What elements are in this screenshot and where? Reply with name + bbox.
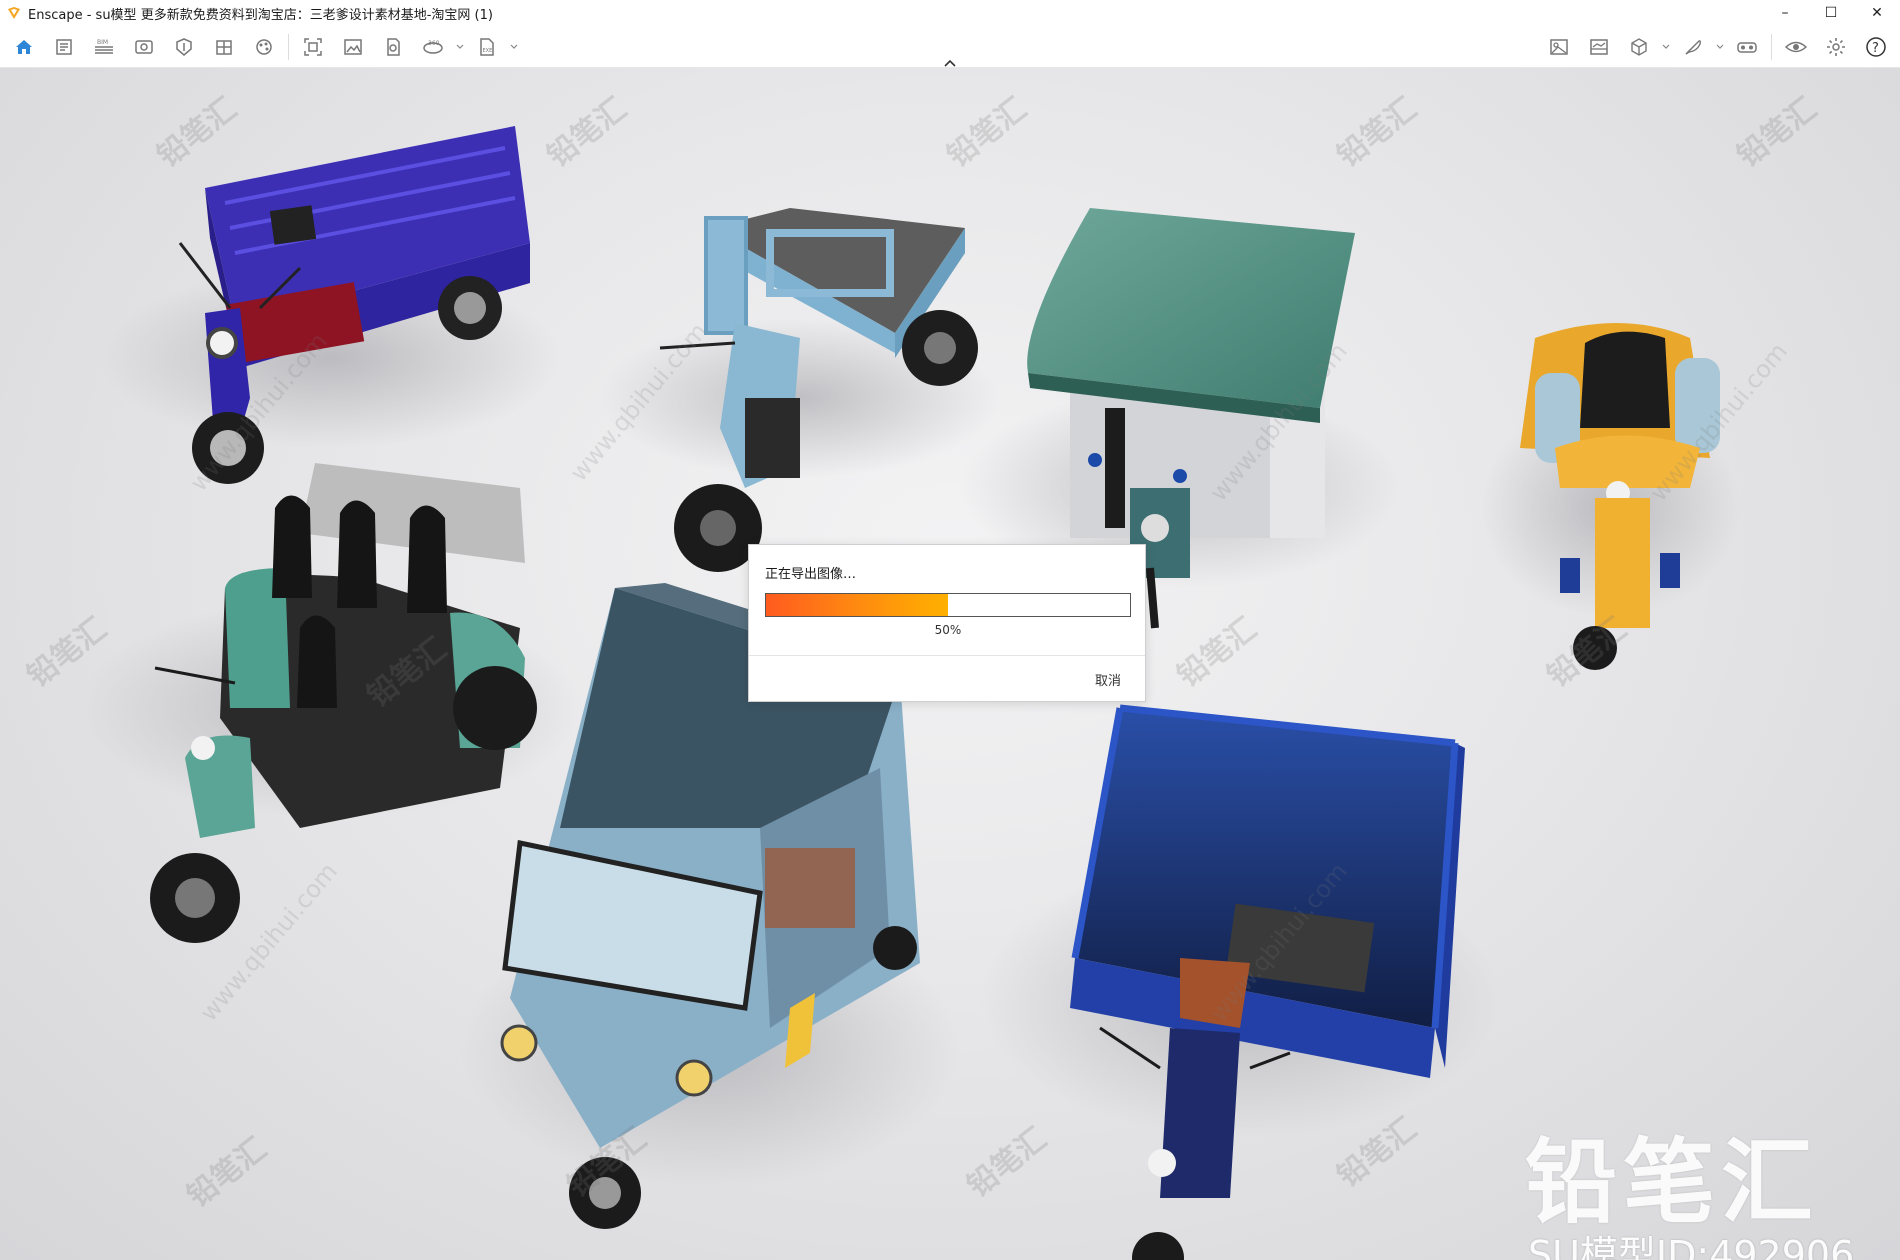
settings-panel-button[interactable]	[1539, 26, 1579, 68]
svg-text:EXE: EXE	[483, 48, 493, 54]
capture-icon	[303, 37, 323, 57]
views-button[interactable]	[124, 26, 164, 68]
toolbar-right-group: ?	[1539, 26, 1896, 68]
panorama-button[interactable]: 360	[413, 26, 453, 68]
feather-icon	[1683, 37, 1703, 57]
vehicle-purple-cargo-trike	[100, 126, 560, 484]
home-icon	[14, 37, 34, 57]
settings-panel-icon	[1549, 37, 1569, 57]
progress-bar	[765, 593, 1131, 617]
home-button[interactable]	[4, 26, 44, 68]
help-icon: ?	[1865, 36, 1887, 58]
eye-button[interactable]	[1776, 26, 1816, 68]
toolbar-left-group: BIM 360 EXE	[4, 26, 521, 68]
vr-headset-button[interactable]	[1727, 26, 1767, 68]
vr-headset-icon	[1736, 37, 1758, 57]
feather-button[interactable]	[1673, 26, 1713, 68]
visual-settings-icon	[1589, 37, 1609, 57]
batch-render-button[interactable]	[373, 26, 413, 68]
batch-render-icon	[383, 37, 403, 57]
vehicle-teal-seat-trike	[80, 463, 580, 943]
collapse-toolbar-button[interactable]	[940, 54, 960, 68]
bim-button[interactable]: BIM	[84, 26, 124, 68]
export-progress-dialog: 正在导出图像… 50% 取消	[748, 544, 1146, 702]
materials-button[interactable]	[244, 26, 284, 68]
chevron-down-icon	[456, 44, 464, 50]
svg-text:360: 360	[428, 40, 440, 47]
main-toolbar: BIM 360 EXE ?	[0, 26, 1900, 68]
eye-icon	[1785, 37, 1807, 57]
progress-percent: 50%	[934, 623, 962, 637]
capture-button[interactable]	[293, 26, 333, 68]
brand-mark: 铅笔汇	[1525, 1129, 1820, 1236]
gear-icon	[1826, 37, 1846, 57]
exe-export-button[interactable]: EXE	[467, 26, 507, 68]
minimize-button[interactable]: –	[1762, 0, 1808, 26]
asset-library-icon	[174, 37, 194, 57]
exe-export-icon: EXE	[477, 37, 497, 57]
dialog-divider	[749, 655, 1145, 656]
chevron-down-icon	[510, 44, 518, 50]
help-button[interactable]: ?	[1856, 26, 1896, 68]
toolbar-separator	[1771, 34, 1772, 60]
progress-bar-fill	[766, 594, 948, 616]
image-export-button[interactable]	[333, 26, 373, 68]
cube-dropdown[interactable]	[1659, 26, 1673, 68]
svg-text:BIM: BIM	[97, 39, 108, 46]
help-label: ?	[1872, 41, 1879, 56]
model-id-label: SU模型ID:492906	[1528, 1233, 1855, 1260]
cube-icon	[1629, 37, 1649, 57]
vehicle-lightblue-flatbed-trike	[600, 208, 1000, 572]
chevron-down-icon	[1662, 44, 1670, 50]
building-button[interactable]	[204, 26, 244, 68]
panorama-dropdown[interactable]	[453, 26, 467, 68]
enscape-logo-icon	[6, 5, 22, 21]
visual-settings-button[interactable]	[1579, 26, 1619, 68]
vehicle-blue-cargo-trike	[980, 704, 1500, 1260]
settings-button[interactable]	[1816, 26, 1856, 68]
asset-library-button[interactable]	[164, 26, 204, 68]
vehicle-yellow-trike	[1480, 323, 1740, 670]
exe-export-dropdown[interactable]	[507, 26, 521, 68]
maximize-button[interactable]: ☐	[1808, 0, 1854, 26]
window-controls: – ☐ ✕	[1762, 0, 1900, 26]
notes-icon	[54, 37, 74, 57]
close-button[interactable]: ✕	[1854, 0, 1900, 26]
bim-icon: BIM	[93, 37, 115, 57]
cancel-button[interactable]: 取消	[1085, 667, 1131, 691]
toolbar-separator	[288, 34, 289, 60]
dialog-title: 正在导出图像…	[765, 567, 857, 582]
title-bar: Enscape - su模型 更多新款免费资料到淘宝店：三老爹设计素材基地-淘宝…	[0, 0, 1900, 26]
window-title: Enscape - su模型 更多新款免费资料到淘宝店：三老爹设计素材基地-淘宝…	[28, 7, 493, 23]
feather-dropdown[interactable]	[1713, 26, 1727, 68]
views-icon	[134, 37, 154, 57]
image-export-icon	[343, 37, 363, 57]
chevron-down-icon	[1716, 44, 1724, 50]
materials-icon	[254, 37, 274, 57]
panorama-icon: 360	[422, 37, 444, 57]
cube-button[interactable]	[1619, 26, 1659, 68]
building-icon	[214, 37, 234, 57]
notes-button[interactable]	[44, 26, 84, 68]
